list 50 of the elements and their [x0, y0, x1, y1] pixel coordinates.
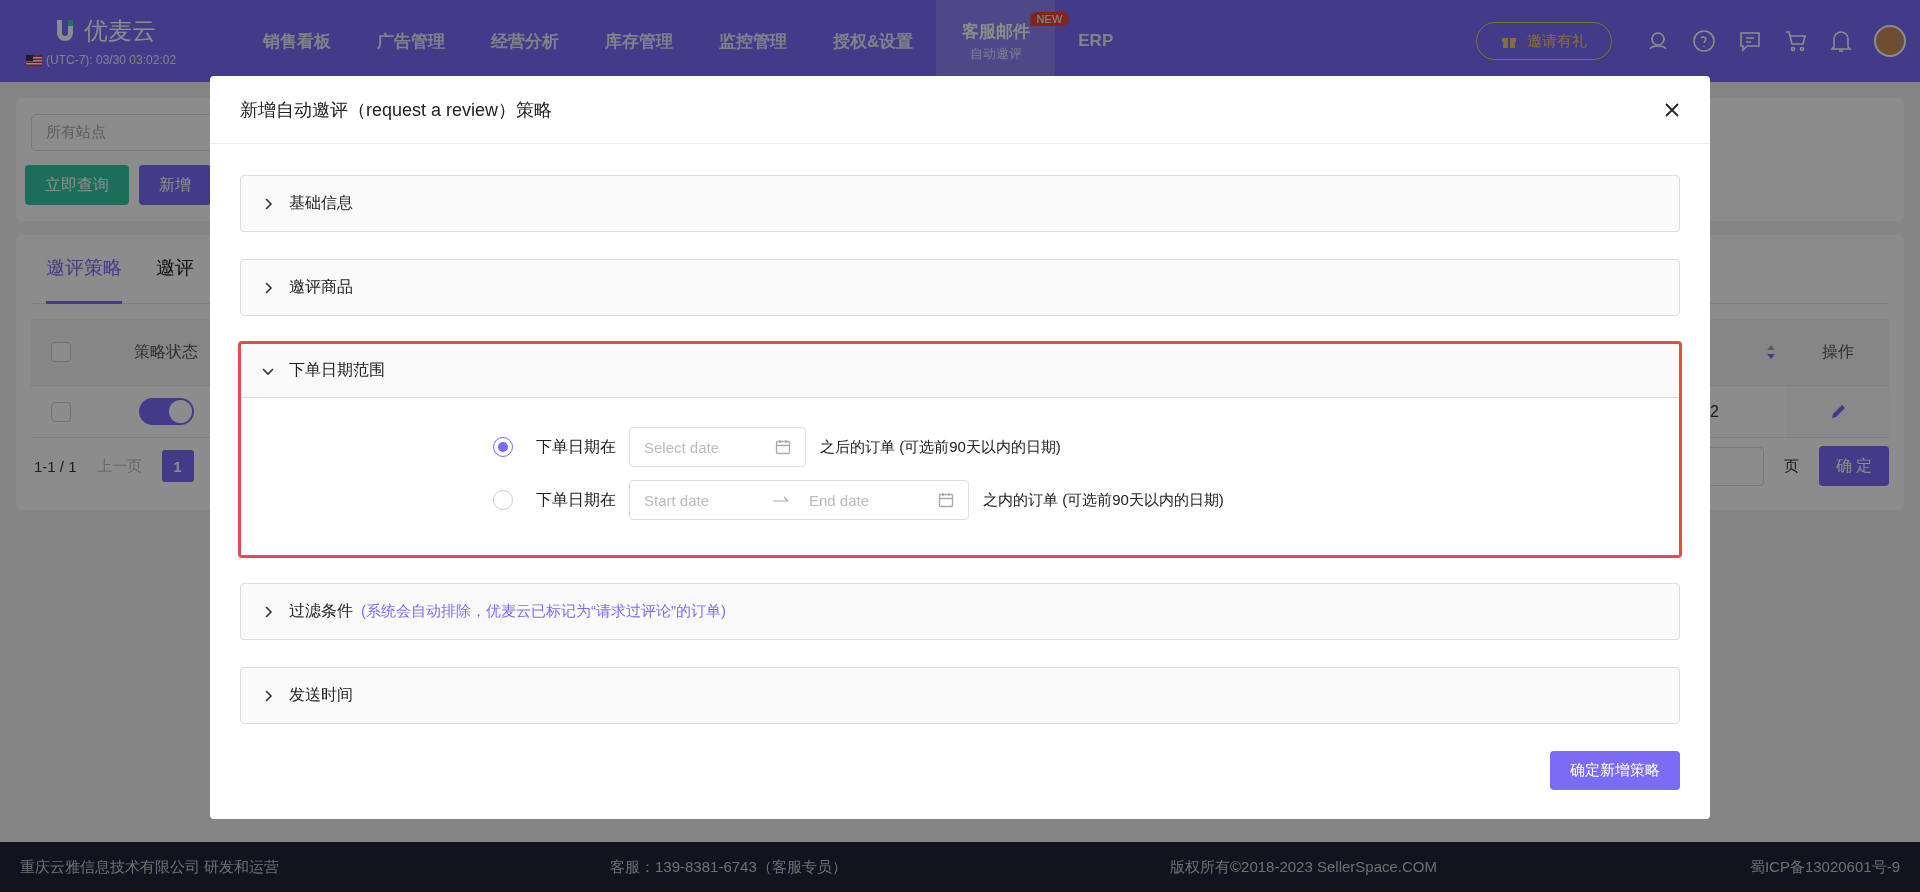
tab[interactable]: 邀评: [156, 235, 194, 304]
panel-title: 邀评商品: [289, 277, 353, 297]
arrow-right-icon: [773, 496, 789, 504]
footer-text: 客服：139-8381-6743（客服专员）: [610, 857, 848, 877]
submit-button[interactable]: 确定新增策略: [1550, 751, 1680, 790]
column-header: 操作: [1786, 319, 1889, 386]
panel-title: 发送时间: [289, 685, 353, 705]
calendar-icon: [938, 492, 954, 508]
footer-text: 版权所有©2018-2023 SellerSpace.COM: [1170, 857, 1438, 877]
tab[interactable]: 邀评策略: [46, 235, 122, 304]
panel-title: 下单日期范围: [289, 360, 385, 380]
logo-icon: [54, 18, 76, 44]
panel-title: 基础信息: [289, 193, 353, 213]
panel-note: (系统会自动排除，优麦云已标记为“请求过评论”的订单): [361, 602, 726, 621]
logo-text: 优麦云: [84, 16, 156, 46]
checkbox[interactable]: [51, 401, 71, 422]
page-unit: 页: [1784, 456, 1799, 476]
add-button[interactable]: 新增: [139, 165, 211, 205]
page-range: 1-1 / 1: [34, 457, 77, 475]
checkbox[interactable]: [51, 342, 71, 362]
footer-text: 重庆云雅信息技术有限公司 研发和运营: [20, 857, 281, 877]
panel-header[interactable]: 发送时间: [241, 668, 1679, 723]
toggle-switch[interactable]: [138, 398, 194, 425]
message-icon[interactable]: [1738, 29, 1762, 53]
option-suffix: 之内的订单 (可选前90天以内的日期): [983, 490, 1224, 510]
help-icon[interactable]: [1692, 29, 1716, 53]
query-button[interactable]: 立即查询: [25, 165, 129, 205]
close-button[interactable]: [1664, 101, 1680, 118]
panel-header[interactable]: 基础信息: [241, 176, 1679, 231]
clock-text: (UTC-7): 03/30 03:02:02: [46, 53, 177, 67]
option-suffix: 之后的订单 (可选前90天以内的日期): [820, 437, 1061, 457]
avatar[interactable]: [1874, 25, 1906, 57]
bell-icon[interactable]: [1830, 29, 1852, 53]
option-label: 下单日期在: [536, 436, 616, 457]
cart-icon[interactable]: [1784, 29, 1808, 53]
dialog-title: 新增自动邀评（request a review）策略: [240, 98, 553, 122]
calendar-icon: [775, 439, 791, 455]
table-cell: 2: [1710, 402, 1719, 421]
panel-header[interactable]: 过滤条件 (系统会自动排除，优麦云已标记为“请求过评论”的订单): [241, 584, 1679, 639]
page-number[interactable]: 1: [161, 450, 194, 482]
panel-header[interactable]: 邀评商品: [241, 260, 1679, 315]
option-label: 下单日期在: [536, 489, 616, 510]
go-button[interactable]: 确 定: [1819, 446, 1889, 486]
sort-icon[interactable]: [1766, 344, 1776, 360]
flag-icon: [26, 54, 42, 66]
panel-title: 过滤条件: [289, 601, 353, 621]
new-badge: NEW: [1029, 12, 1070, 26]
date-field[interactable]: Select date: [629, 427, 806, 467]
date-range-field[interactable]: Start date End date: [629, 480, 969, 520]
footer-text: 蜀ICP备13020601号-9: [1748, 857, 1900, 877]
